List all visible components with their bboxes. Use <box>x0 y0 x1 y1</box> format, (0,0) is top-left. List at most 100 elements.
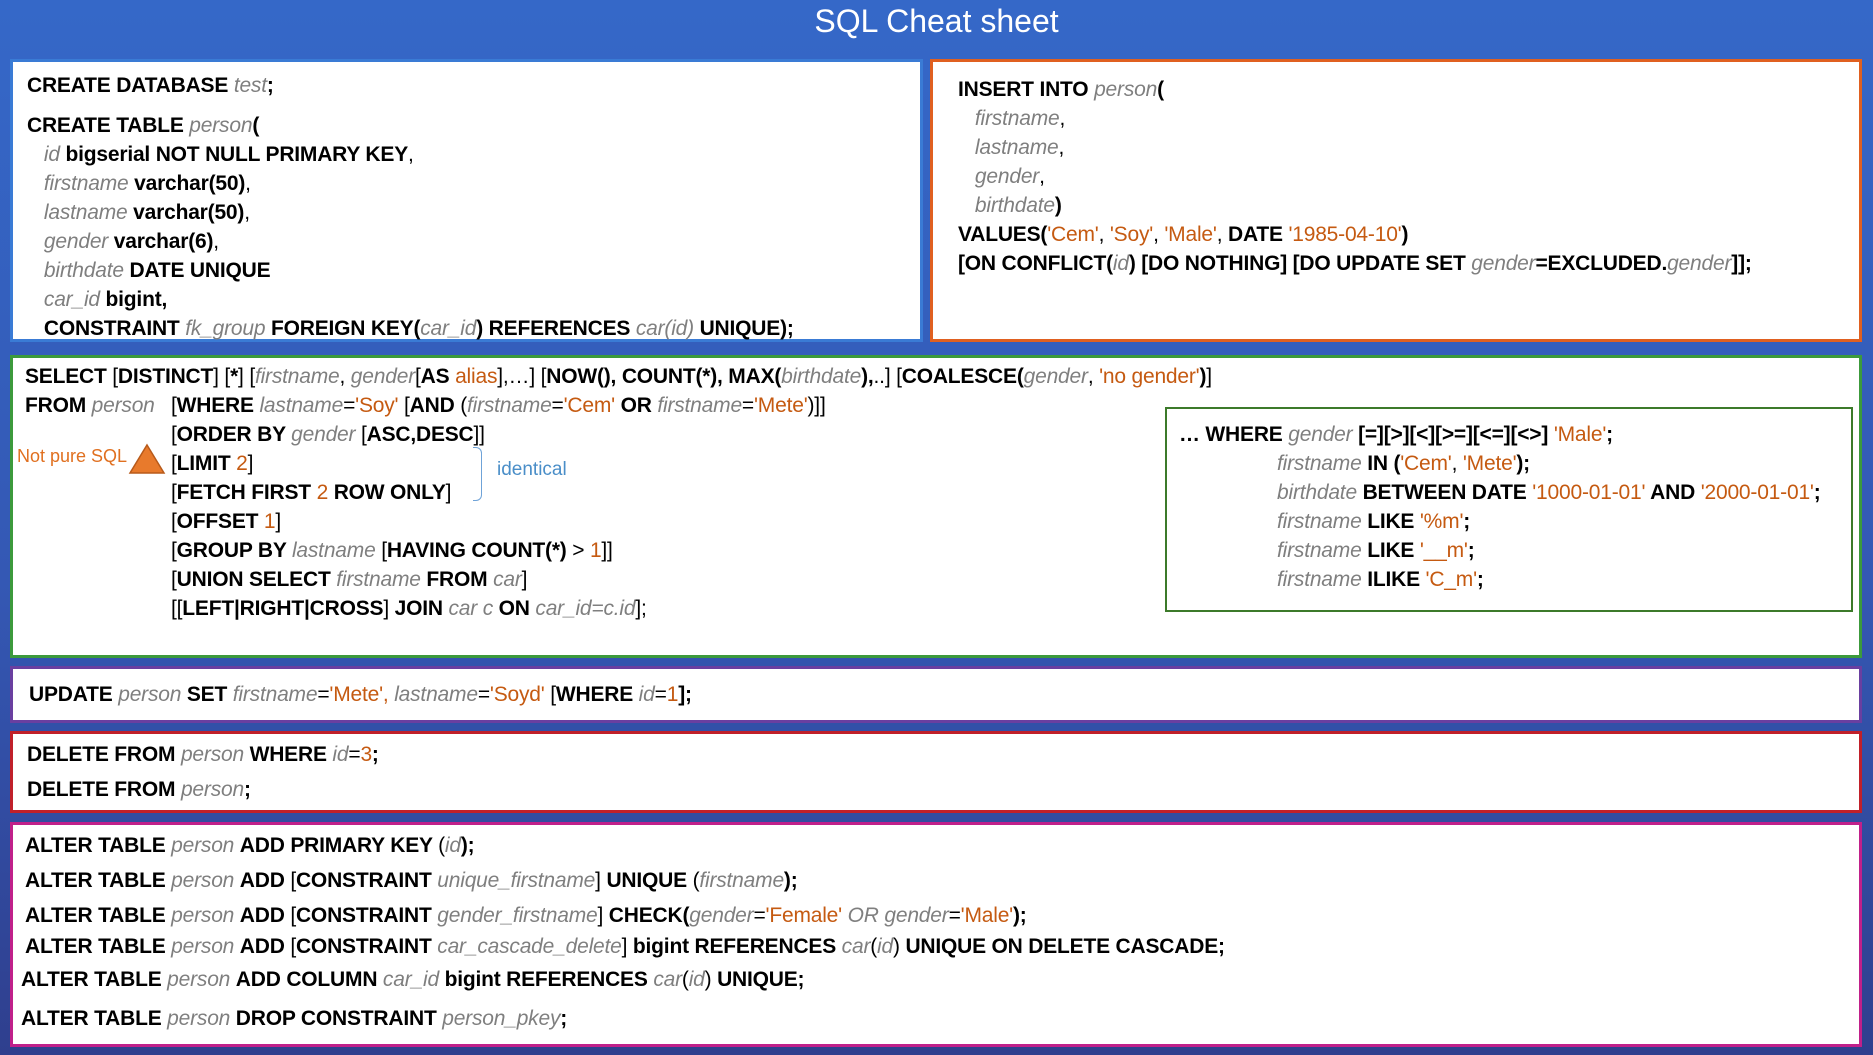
code-token: '__m' <box>1419 539 1468 562</box>
code-token: ALTER TABLE <box>25 834 172 857</box>
code-token: 'Male' <box>1553 423 1607 446</box>
code-line: [LIMIT 2] <box>171 450 253 478</box>
code-token: firstname <box>1277 452 1368 475</box>
code-token: varchar(6) <box>113 230 214 253</box>
code-token: UNION SELECT <box>176 568 337 591</box>
code-token: ) [DO NOTHING] [DO UPDATE SET <box>1128 252 1472 275</box>
insert-panel: INSERT INTO person( firstname, lastname,… <box>930 59 1862 342</box>
code-token: , <box>408 143 414 166</box>
code-token: AS <box>420 365 456 388</box>
code-line: gender varchar(6), <box>27 228 219 256</box>
code-token: firstname <box>1277 510 1368 533</box>
code-token: 2 <box>236 452 248 475</box>
code-token: LIKE <box>1367 510 1420 533</box>
code-token: birthdate <box>974 194 1055 217</box>
code-token: ] <box>247 452 254 475</box>
code-token: DISTINCT <box>117 365 214 388</box>
code-token: , <box>1216 223 1228 246</box>
identical-brace <box>473 447 482 501</box>
code-token: ..] [ <box>873 365 902 388</box>
code-token: UNIQUE ON DELETE CASCADE; <box>905 935 1225 958</box>
code-token: ORDER BY <box>176 423 292 446</box>
code-token: ) <box>704 968 718 991</box>
code-line: FROM person <box>25 392 155 420</box>
code-token: ), <box>861 365 874 388</box>
code-token: ); <box>1012 904 1027 927</box>
code-token: id <box>877 935 893 958</box>
code-token: 'Female' <box>765 904 848 927</box>
code-token: firstname <box>232 683 318 706</box>
code-token: 'Soyd' <box>489 683 545 706</box>
code-line: [FETCH FIRST 2 ROW ONLY] <box>171 479 452 507</box>
code-token: CREATE DATABASE <box>27 74 234 97</box>
code-token: UNIQUE <box>606 869 693 892</box>
code-token: OFFSET <box>176 510 264 533</box>
code-token: ) REFERENCES <box>476 317 636 340</box>
code-token: SELECT <box>25 365 113 388</box>
code-token: ALTER TABLE <box>21 1007 168 1030</box>
code-line: lastname, <box>958 134 1064 162</box>
code-token: ; <box>1467 539 1475 562</box>
code-line: [ON CONFLICT(id) [DO NOTHING] [DO UPDATE… <box>958 250 1752 278</box>
code-token: , <box>245 172 251 195</box>
code-token: HAVING COUNT(*) <box>386 539 573 562</box>
code-token: ]] <box>601 539 613 562</box>
code-token: CONSTRAINT <box>295 935 438 958</box>
code-token: ); <box>783 869 798 892</box>
code-token: bigint REFERENCES <box>444 968 654 991</box>
code-token: ADD PRIMARY KEY <box>239 834 439 857</box>
code-token: COALESCE( <box>901 365 1024 388</box>
code-token: [ON CONFLICT( <box>958 252 1113 275</box>
code-line: INSERT INTO person( <box>958 76 1164 104</box>
code-token: gender <box>689 904 754 927</box>
code-token: ILIKE <box>1367 568 1426 591</box>
code-token: ADD COLUMN <box>235 968 383 991</box>
code-token: person <box>1094 78 1158 101</box>
code-token: ]]; <box>1731 252 1752 275</box>
code-token: 'Mete' <box>1462 452 1517 475</box>
code-token: gender <box>43 230 114 253</box>
code-token: [ <box>398 394 410 417</box>
code-token: car_id=c.id <box>535 597 636 620</box>
code-token: ALTER TABLE <box>21 968 168 991</box>
code-token: … WHERE <box>1179 423 1289 446</box>
code-token: ]; <box>678 683 692 706</box>
code-token: 2 <box>316 481 329 504</box>
code-token: ; <box>266 74 274 97</box>
code-token: firstname <box>43 172 135 195</box>
code-token: 'Mete', <box>329 683 395 706</box>
code-line: [[LEFT|RIGHT|CROSS] JOIN car c ON car_id… <box>171 595 647 623</box>
code-token: , <box>213 230 219 253</box>
code-line: firstname IN ('Cem', 'Mete'); <box>1277 450 1530 478</box>
code-token: firstname <box>699 869 784 892</box>
code-line: CREATE TABLE person( <box>27 112 259 140</box>
code-line: [UNION SELECT firstname FROM car] <box>171 566 527 594</box>
code-token: gender <box>1667 252 1732 275</box>
code-token: [[ <box>171 597 183 620</box>
code-token: id <box>638 683 655 706</box>
code-token: lastname <box>291 539 382 562</box>
code-token: ADD <box>239 904 291 927</box>
code-token: OR <box>847 904 885 927</box>
code-token: '%m' <box>1419 510 1464 533</box>
code-token: '1985-04-10' <box>1288 223 1402 246</box>
code-token: id <box>332 743 349 766</box>
code-token: person <box>180 778 244 801</box>
code-token: = <box>317 683 330 706</box>
code-token: 'Mete' <box>754 394 808 417</box>
code-token: gender <box>291 423 361 446</box>
code-token: = <box>551 394 564 417</box>
code-token: DATE UNIQUE <box>129 259 271 282</box>
code-line: UPDATE person SET firstname='Mete', last… <box>29 681 692 709</box>
code-token: VALUES( <box>958 223 1048 246</box>
code-token: = <box>654 683 667 706</box>
code-line: firstname LIKE '__m'; <box>1277 537 1475 565</box>
code-token: gender <box>1471 252 1536 275</box>
code-token: ON <box>498 597 536 620</box>
code-token: lastname <box>43 201 134 224</box>
code-token: ] <box>275 510 282 533</box>
